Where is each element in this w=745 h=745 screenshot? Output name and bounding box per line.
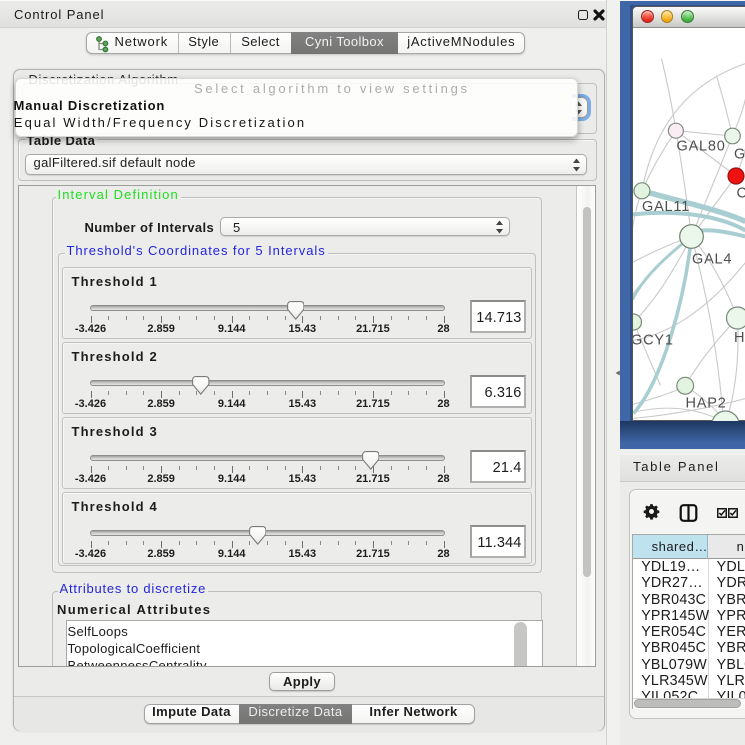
svg-text:GAL80: GAL80 bbox=[676, 138, 725, 154]
svg-text:HAP2: HAP2 bbox=[685, 395, 726, 411]
svg-text:GA: GA bbox=[734, 146, 745, 162]
svg-text:H: H bbox=[734, 330, 745, 346]
svg-text:GCY1: GCY1 bbox=[633, 332, 674, 348]
svg-text:GAL4: GAL4 bbox=[692, 251, 732, 267]
svg-text:GAL11: GAL11 bbox=[642, 199, 690, 215]
svg-text:C: C bbox=[736, 185, 745, 201]
